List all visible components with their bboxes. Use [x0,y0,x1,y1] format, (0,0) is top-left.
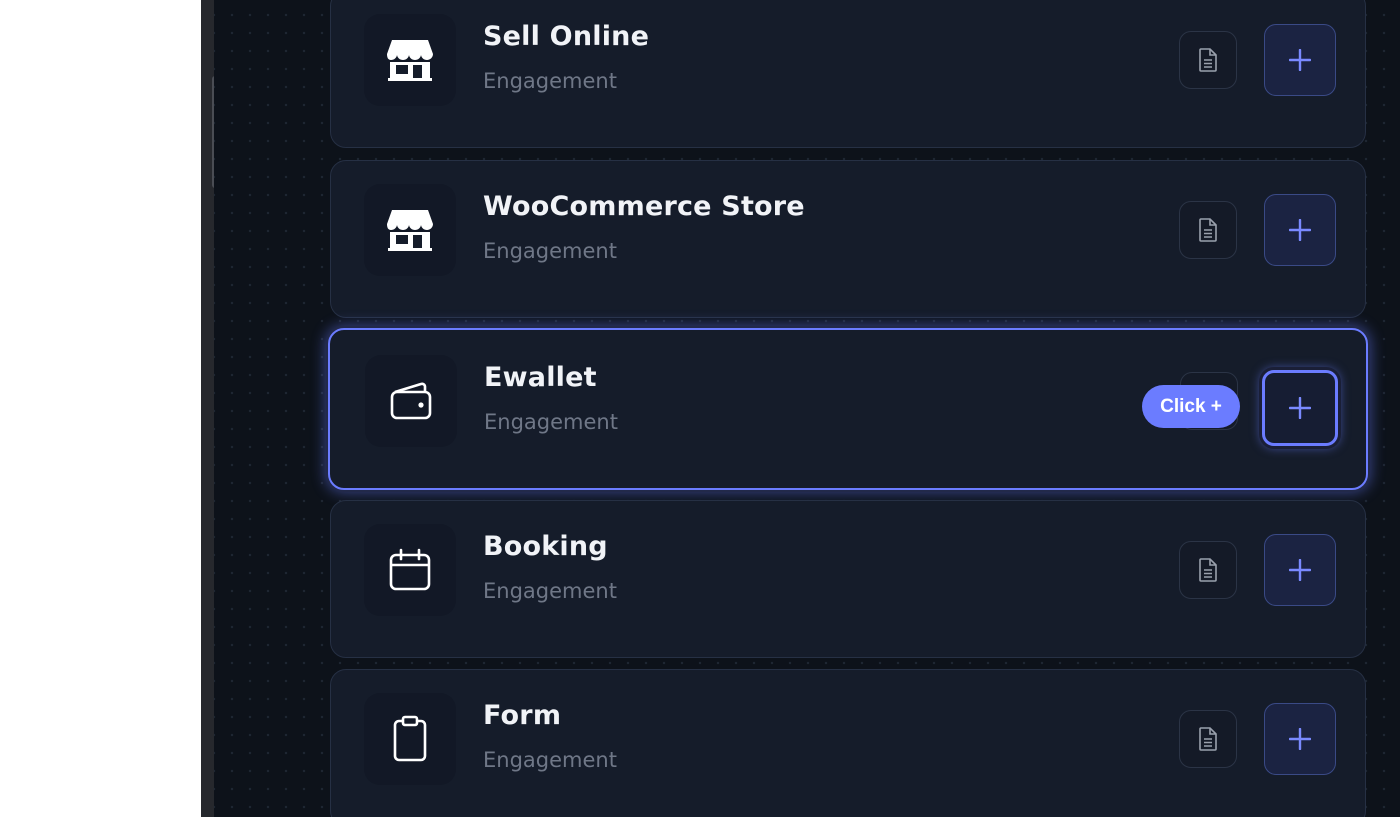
tooltip-hint: Click + [1142,385,1240,428]
document-icon [1199,218,1217,242]
blank-margin [0,0,201,817]
add-button[interactable] [1264,703,1336,775]
card-category: Engagement [483,579,617,603]
add-button[interactable] [1262,370,1338,446]
add-button[interactable] [1264,24,1336,96]
add-button[interactable] [1264,194,1336,266]
wallet-icon [365,355,457,447]
integration-card-sell-online[interactable]: Sell Online Engagement [330,0,1366,148]
calendar-icon [364,524,456,616]
document-icon [1199,48,1217,72]
card-title: Booking [483,531,608,562]
plus-icon [1289,219,1311,241]
integration-card-booking[interactable]: Booking Engagement [330,500,1366,658]
docs-button[interactable] [1179,201,1237,259]
docs-button[interactable] [1179,710,1237,768]
store-icon [364,14,456,106]
card-category: Engagement [484,410,618,434]
document-icon [1199,727,1217,751]
plus-icon [1289,728,1311,750]
card-title: Sell Online [483,21,650,52]
add-button[interactable] [1264,534,1336,606]
card-category: Engagement [483,69,617,93]
integration-card-woocommerce-store[interactable]: WooCommerce Store Engagement [330,160,1366,318]
integration-card-form[interactable]: Form Engagement [330,669,1366,817]
card-category: Engagement [483,239,617,263]
integration-list: Sell Online Engagement WooCommerce Store… [214,0,1400,817]
plus-icon [1289,397,1311,419]
plus-icon [1289,49,1311,71]
card-title: WooCommerce Store [483,191,805,222]
card-title: Ewallet [484,362,597,393]
document-icon [1199,558,1217,582]
store-icon [364,184,456,276]
card-category: Engagement [483,748,617,772]
docs-button[interactable] [1179,31,1237,89]
card-title: Form [483,700,562,731]
plus-icon [1289,559,1311,581]
docs-button[interactable] [1179,541,1237,599]
integration-card-ewallet[interactable]: Ewallet Engagement Click + [328,328,1368,490]
clipboard-icon [364,693,456,785]
